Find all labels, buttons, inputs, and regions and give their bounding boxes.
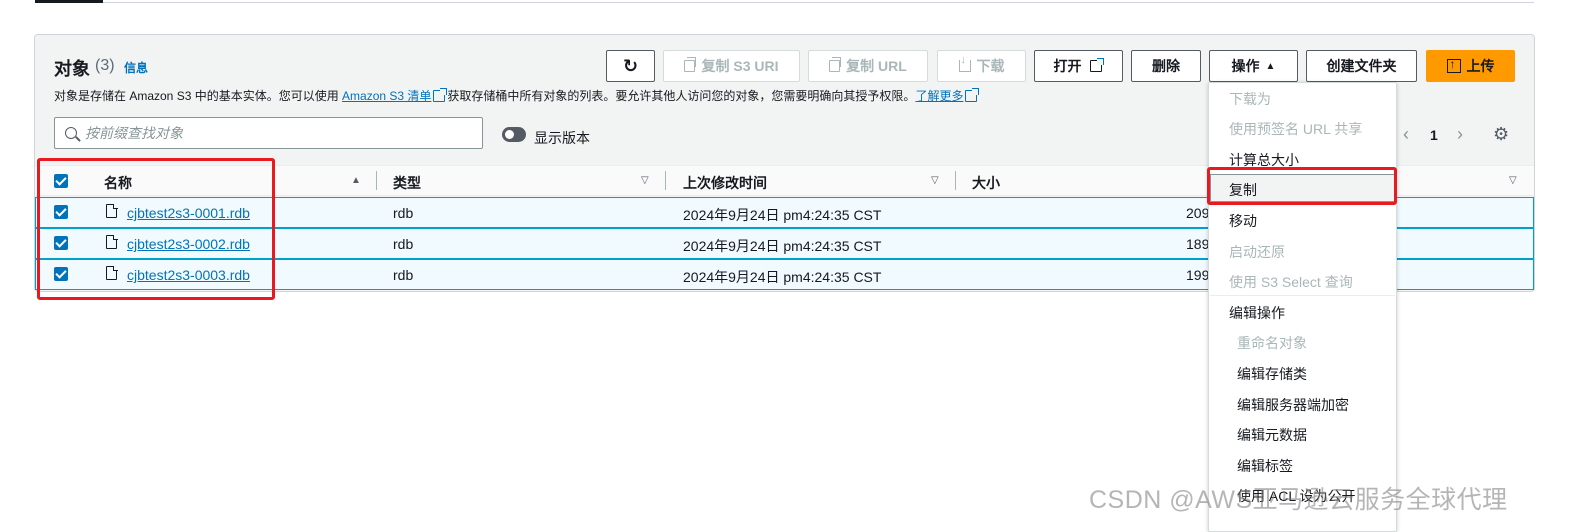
desc-text-2: 获取存储桶中所有对象的列表。要允许其他人访问您的对象，您需要明确向其授予权限。	[447, 89, 916, 103]
menu-item-rename[interactable]: 重命名对象	[1237, 333, 1307, 353]
menu-item-edit-storage-class[interactable]: 编辑存储类	[1237, 364, 1307, 384]
learn-more-link[interactable]: 了解更多	[915, 89, 963, 103]
gear-icon[interactable]: ⚙	[1493, 124, 1509, 145]
download-label: 下载	[976, 58, 1005, 74]
chevron-left-icon[interactable]: ‹	[1403, 124, 1409, 145]
external-link-icon	[433, 88, 448, 102]
caret-up-icon: ▲	[1265, 60, 1276, 72]
desc-text-1: 对象是存储在 Amazon S3 中的基本实体。您可以使用	[54, 89, 343, 103]
download-button[interactable]: 下载	[937, 50, 1026, 82]
object-type: rdb	[393, 267, 414, 283]
create-folder-button[interactable]: 创建文件夹	[1306, 50, 1417, 82]
menu-item-initiate-restore[interactable]: 启动还原	[1229, 242, 1285, 262]
copy-icon	[684, 57, 697, 72]
copy-s3-uri-label: 复制 S3 URI	[701, 58, 779, 74]
objects-description: 对象是存储在 Amazon S3 中的基本实体。您可以使用 Amazon S3 …	[54, 87, 980, 104]
object-modified: 2024年9月24日 pm4:24:35 CST	[683, 238, 882, 254]
column-divider	[665, 171, 666, 190]
delete-button[interactable]: 删除	[1131, 50, 1201, 82]
open-label: 打开	[1053, 58, 1082, 74]
tab-active-indicator	[35, 0, 103, 3]
object-modified: 2024年9月24日 pm4:24:35 CST	[683, 269, 882, 285]
column-divider	[955, 171, 956, 190]
menu-item-edit-tags[interactable]: 编辑标签	[1237, 456, 1293, 476]
actions-dropdown-button[interactable]: 操作 ▲	[1209, 50, 1298, 82]
info-link[interactable]: 信息	[124, 59, 148, 76]
search-input[interactable]	[85, 125, 465, 141]
column-header-size[interactable]: 大小	[972, 173, 1000, 193]
sort-icon[interactable]: ▽	[1509, 175, 1517, 186]
menu-item-move[interactable]: 移动	[1229, 211, 1257, 231]
copy-icon	[829, 57, 842, 72]
delete-label: 删除	[1152, 58, 1180, 74]
column-header-last-modified[interactable]: 上次修改时间	[683, 173, 767, 193]
object-size: 199	[1186, 267, 1210, 283]
menu-divider	[1210, 295, 1395, 296]
refresh-button[interactable]: ↻	[606, 50, 655, 82]
sort-icon[interactable]: ▽	[931, 175, 939, 186]
page-title: 对象	[54, 59, 90, 79]
create-folder-label: 创建文件夹	[1326, 58, 1397, 74]
sort-icon[interactable]: ▽	[641, 175, 649, 186]
external-link-icon	[1089, 58, 1104, 72]
show-versions-toggle[interactable]	[502, 127, 526, 142]
object-modified: 2024年9月24日 pm4:24:35 CST	[683, 207, 882, 223]
watermark: CSDN @AWS亚马逊云服务全球代理	[1089, 486, 1508, 514]
tab-bar	[35, 0, 1534, 3]
copy-url-label: 复制 URL	[846, 58, 907, 74]
menu-group-edit-actions: 编辑操作	[1229, 305, 1285, 321]
menu-item-edit-encryption[interactable]: 编辑服务器端加密	[1237, 395, 1349, 415]
menu-item-s3-select[interactable]: 使用 S3 Select 查询	[1229, 272, 1353, 292]
refresh-icon: ↻	[622, 55, 639, 76]
column-header-type[interactable]: 类型	[393, 173, 421, 193]
current-page[interactable]: 1	[1430, 127, 1438, 143]
copy-s3-uri-button[interactable]: 复制 S3 URI	[663, 50, 800, 82]
menu-item-edit-metadata[interactable]: 编辑元数据	[1237, 425, 1307, 445]
actions-label: 操作	[1231, 58, 1260, 74]
sort-ascending-icon[interactable]: ▲	[351, 175, 361, 186]
menu-item-presigned-url[interactable]: 使用预签名 URL 共享	[1229, 119, 1362, 139]
object-size: 189	[1186, 236, 1210, 252]
upload-icon	[1446, 57, 1461, 73]
upload-label: 上传	[1466, 58, 1495, 74]
chevron-right-icon[interactable]: ›	[1457, 124, 1463, 145]
object-type: rdb	[393, 236, 414, 252]
upload-button[interactable]: 上传	[1426, 50, 1515, 82]
annotation-box-copy	[1207, 167, 1397, 205]
download-icon	[958, 54, 971, 72]
open-button[interactable]: 打开	[1034, 50, 1123, 82]
object-count: (3)	[95, 57, 115, 74]
object-size: 209	[1186, 205, 1210, 221]
menu-item-download-as[interactable]: 下载为	[1229, 89, 1271, 109]
search-icon	[65, 127, 77, 139]
copy-url-button[interactable]: 复制 URL	[808, 50, 928, 82]
object-type: rdb	[393, 205, 414, 221]
inventory-link[interactable]: Amazon S3 清单	[342, 89, 431, 103]
search-box[interactable]	[54, 117, 483, 149]
show-versions-label: 显示版本	[534, 130, 590, 146]
annotation-box-selected-rows	[37, 158, 275, 300]
external-link-icon	[965, 88, 980, 102]
column-divider	[376, 171, 377, 190]
